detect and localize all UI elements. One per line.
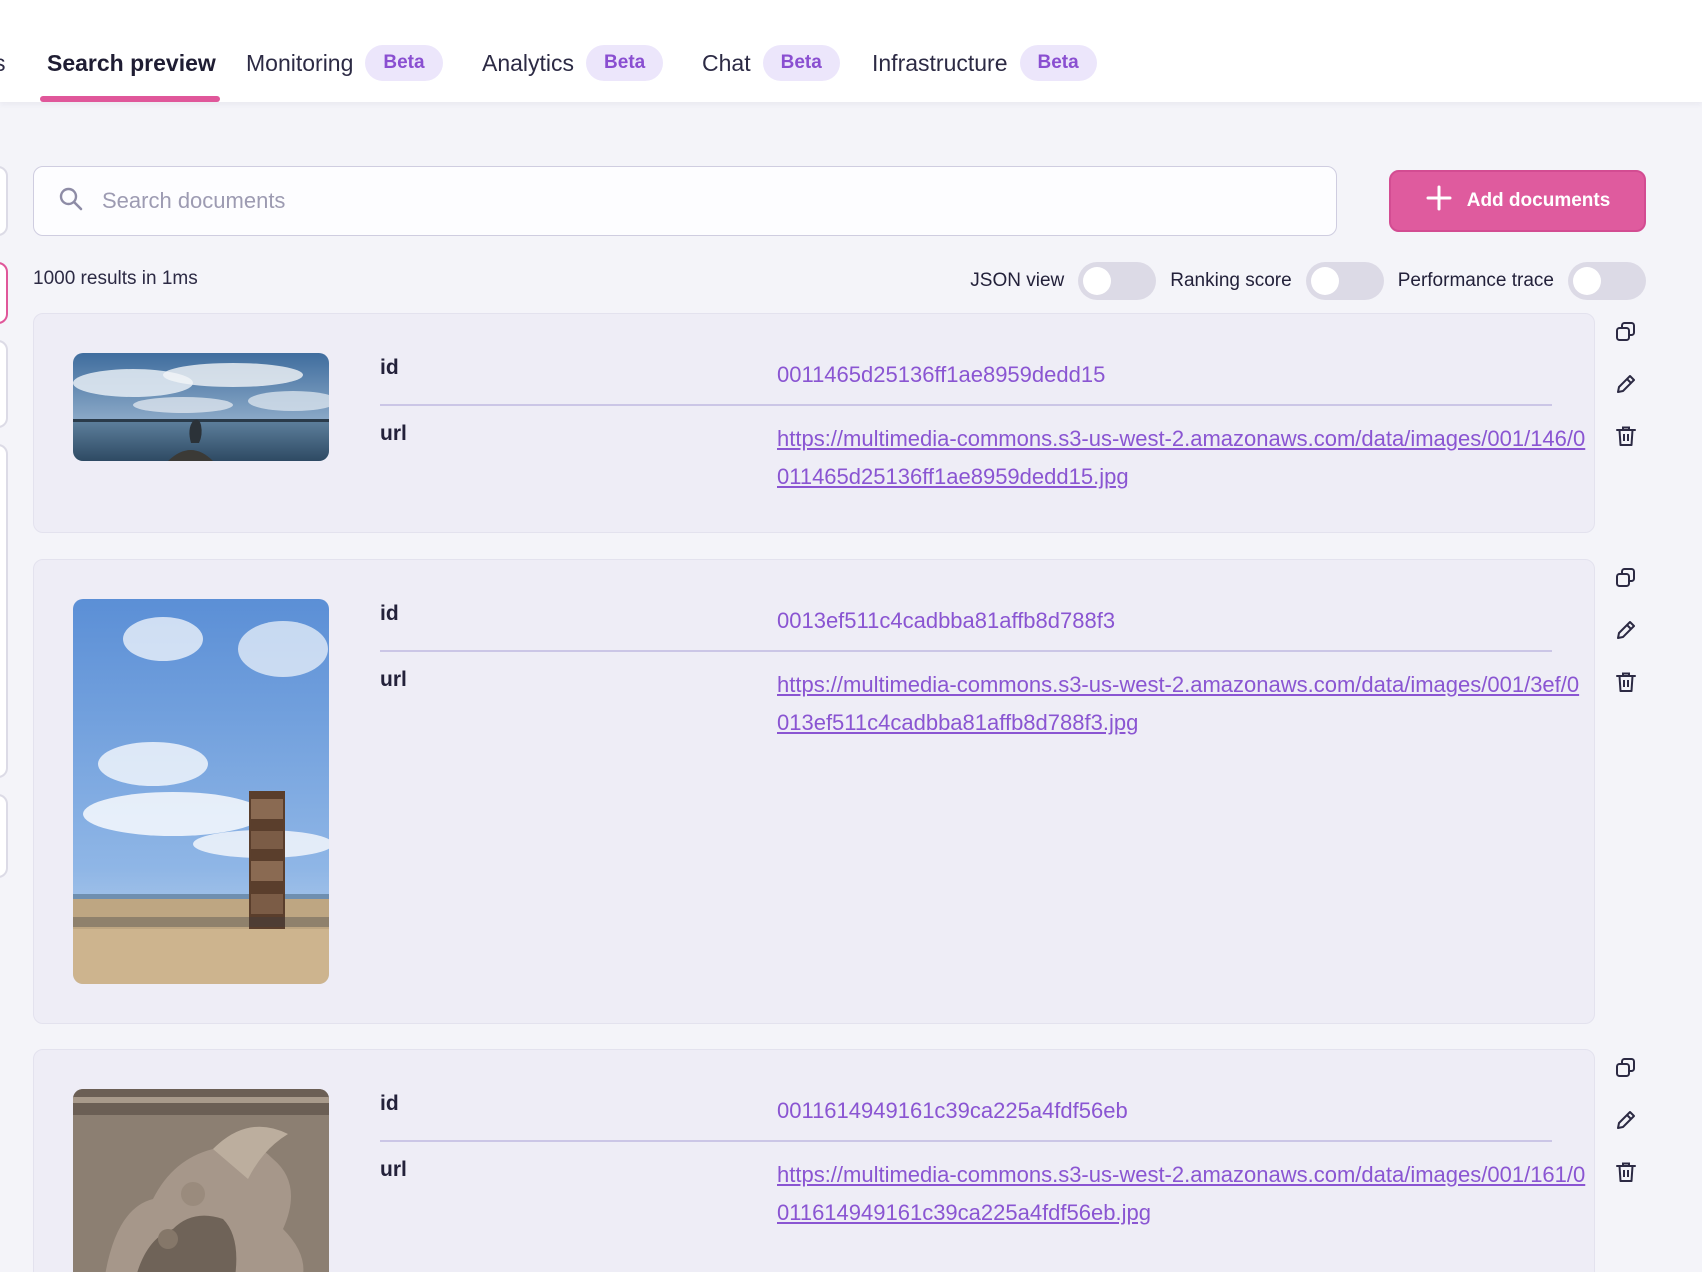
toggle-knob <box>1573 267 1601 295</box>
tab-search-preview-label: Search preview <box>47 49 216 76</box>
pencil-icon[interactable] <box>1605 367 1647 401</box>
search-icon <box>58 186 84 217</box>
tab-chat[interactable]: Chat Beta <box>702 40 840 86</box>
sidebar-panel-fragment <box>0 794 8 878</box>
field-key-id: id <box>380 1092 399 1115</box>
add-documents-label: Add documents <box>1466 190 1611 211</box>
tab-infrastructure[interactable]: Infrastructure Beta <box>872 40 1097 86</box>
document-card: id 0011465d25136ff1ae8959dedd15 url http… <box>33 313 1595 533</box>
tab-infrastructure-label: Infrastructure <box>872 49 1008 76</box>
tab-partial-label: s <box>0 51 6 75</box>
field-divider <box>380 650 1552 652</box>
field-key-url: url <box>380 1158 407 1181</box>
beta-badge: Beta <box>586 45 664 81</box>
toggle-knob <box>1083 267 1112 295</box>
performance-trace-toggle-group: Performance trace <box>1398 262 1646 300</box>
toggle-knob <box>1310 267 1339 295</box>
field-value-url-link[interactable]: https://multimedia-commons.s3-us-west-2.… <box>777 1156 1587 1232</box>
field-value-url-link[interactable]: https://multimedia-commons.s3-us-west-2.… <box>777 420 1587 496</box>
field-value-url-link[interactable]: https://multimedia-commons.s3-us-west-2.… <box>777 666 1587 742</box>
performance-trace-label: Performance trace <box>1397 270 1554 291</box>
copy-icon[interactable] <box>1605 561 1647 595</box>
copy-icon[interactable] <box>1605 1051 1647 1085</box>
tab-monitoring[interactable]: Monitoring Beta <box>246 40 443 86</box>
card-actions <box>1605 561 1647 699</box>
sidebar-active-fragment[interactable] <box>0 262 8 324</box>
plus-icon <box>1425 184 1453 218</box>
tab-partial[interactable]: s <box>0 40 6 86</box>
tab-chat-label: Chat <box>702 49 751 76</box>
copy-icon[interactable] <box>1605 315 1647 349</box>
tab-search-preview[interactable]: Search preview <box>47 40 216 86</box>
json-view-toggle[interactable] <box>1078 262 1157 300</box>
sidebar-panel-fragment <box>0 444 8 778</box>
field-key-id: id <box>380 602 399 625</box>
field-key-url: url <box>380 668 407 691</box>
field-key-id: id <box>380 356 399 379</box>
pencil-icon[interactable] <box>1605 613 1647 647</box>
field-divider <box>380 1140 1552 1142</box>
field-key-url: url <box>380 422 407 445</box>
active-tab-indicator <box>40 96 220 102</box>
sidebar-select-fragment[interactable] <box>0 166 8 236</box>
json-view-label: JSON view <box>970 270 1065 291</box>
pencil-icon[interactable] <box>1605 1103 1647 1137</box>
field-value-id: 0011614949161c39ca225a4fdf56eb <box>777 1098 1128 1123</box>
ranking-score-toggle-group: Ranking score <box>1170 262 1384 300</box>
top-navigation: s Search preview Monitoring Beta Analyti… <box>0 0 1702 102</box>
performance-trace-toggle[interactable] <box>1568 262 1646 300</box>
field-divider <box>380 404 1552 406</box>
search-box[interactable] <box>33 166 1337 236</box>
document-card: id 0013ef511c4cadbba81affb8d788f3 url ht… <box>33 559 1595 1024</box>
json-view-toggle-group: JSON view <box>970 262 1157 300</box>
view-toggles: JSON view Ranking score Performance trac… <box>956 262 1646 300</box>
document-card: id 0011614949161c39ca225a4fdf56eb url ht… <box>33 1049 1595 1272</box>
field-value-id: 0011465d25136ff1ae8959dedd15 <box>777 362 1106 387</box>
trash-icon[interactable] <box>1605 1155 1647 1189</box>
beta-badge: Beta <box>762 45 840 81</box>
ranking-score-toggle[interactable] <box>1305 262 1384 300</box>
tab-analytics[interactable]: Analytics Beta <box>482 40 664 86</box>
trash-icon[interactable] <box>1605 419 1647 453</box>
sidebar-panel-fragment <box>0 340 8 428</box>
beach-tower-photo <box>73 599 329 984</box>
add-documents-button[interactable]: Add documents <box>1389 170 1646 232</box>
results-summary: 1000 results in 1ms <box>33 268 198 289</box>
tab-analytics-label: Analytics <box>482 49 575 76</box>
beta-badge: Beta <box>1019 45 1097 81</box>
stone-relief-photo <box>73 1089 329 1272</box>
trash-icon[interactable] <box>1605 665 1647 699</box>
ranking-score-label: Ranking score <box>1170 270 1292 291</box>
card-actions <box>1605 1051 1647 1189</box>
tab-monitoring-label: Monitoring <box>246 49 354 76</box>
search-input[interactable] <box>102 188 1202 214</box>
beta-badge: Beta <box>365 45 443 81</box>
card-actions <box>1605 315 1647 453</box>
field-value-id: 0013ef511c4cadbba81affb8d788f3 <box>777 608 1116 633</box>
harbor-statue-photo <box>73 353 329 461</box>
